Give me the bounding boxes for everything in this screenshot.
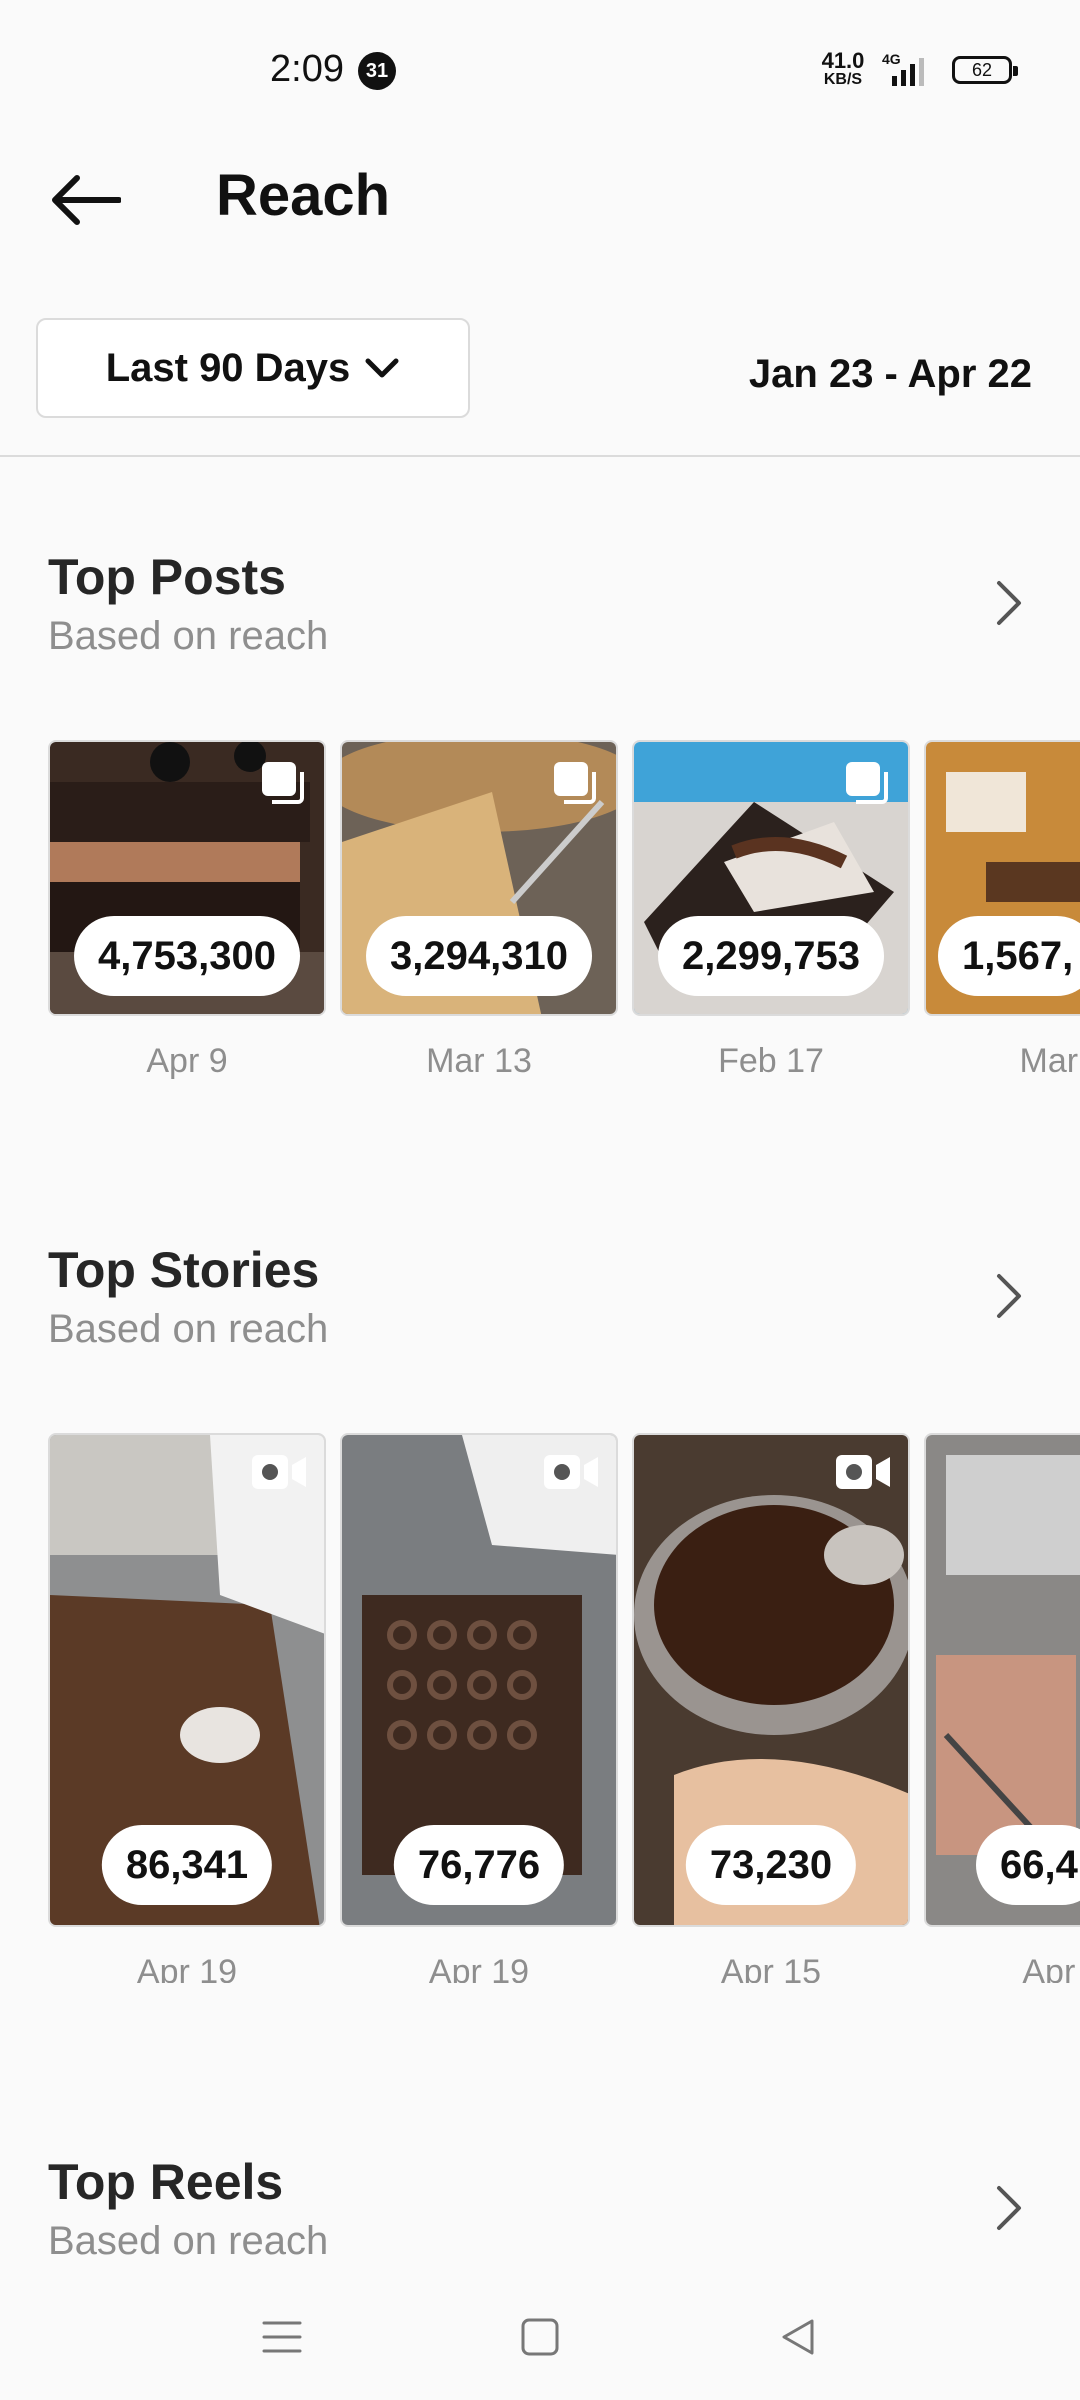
reach-value: 73,230 — [685, 1825, 857, 1905]
network-speed: 41.0 KB/S — [818, 50, 868, 88]
video-icon — [252, 1455, 306, 1489]
post-date: Mar 2 — [1019, 1042, 1080, 1080]
video-icon — [544, 1455, 598, 1489]
notification-badge: 31 — [358, 52, 396, 90]
back-button[interactable] — [40, 165, 130, 235]
post-thumbnail[interactable]: 1,567, — [924, 740, 1080, 1016]
reach-value: 4,753,300 — [74, 916, 300, 996]
story-date: Apr 1 — [1022, 1953, 1080, 1983]
network-speed-value: 41.0 — [821, 48, 865, 73]
story-thumbnail[interactable]: 66,4 — [924, 1433, 1080, 1927]
network-speed-unit: KB/S — [823, 71, 863, 88]
top-posts-carousel[interactable]: 4,753,300 3,294,310 2,299,753 1,567, Apr… — [48, 740, 1080, 1080]
story-date: Apr 19 — [136, 1953, 238, 1983]
date-range-text: Jan 23 - Apr 22 — [748, 352, 1032, 396]
status-time: 2:09 — [270, 48, 344, 90]
back-arrow-icon — [52, 175, 121, 225]
carousel-icon — [262, 762, 304, 804]
reach-value: 76,776 — [393, 1825, 565, 1905]
top-reels-section: Top Reels Based on reach — [0, 2153, 1080, 2273]
post-thumbnail[interactable]: 4,753,300 — [48, 740, 326, 1016]
reach-value: 1,567, — [938, 916, 1080, 996]
top-stories-carousel[interactable]: 86,341 76,776 73,230 66,4 Apr 19 Apr 19 … — [48, 1433, 1080, 1983]
battery-level: 62 — [971, 59, 993, 80]
home-square-icon — [521, 2318, 559, 2356]
page-title: Reach — [216, 163, 391, 228]
status-bar: 2:09 31 41.0 KB/S 4G 62 — [0, 0, 1080, 140]
network-type: 4G — [882, 51, 901, 67]
chevron-right-icon — [997, 1274, 1021, 1318]
top-reels-more-button[interactable] — [984, 2173, 1034, 2243]
post-date: Mar 13 — [426, 1042, 532, 1080]
reach-value: 86,341 — [101, 1825, 273, 1905]
section-title: Top Stories — [48, 1242, 320, 1298]
menu-button[interactable] — [252, 2310, 312, 2364]
post-thumbnail[interactable]: 3,294,310 — [340, 740, 618, 1016]
reach-value: 66,4 — [976, 1825, 1080, 1905]
reach-value: 2,299,753 — [658, 916, 884, 996]
chevron-right-icon — [997, 581, 1021, 625]
story-date: Apr 15 — [720, 1953, 822, 1983]
reach-value: 3,294,310 — [366, 916, 592, 996]
story-thumbnail[interactable]: 73,230 — [632, 1433, 910, 1927]
date-range-dropdown-label: Last 90 Days — [105, 345, 351, 390]
signal-icon: 4G — [880, 50, 940, 90]
post-thumbnail[interactable]: 2,299,753 — [632, 740, 910, 1016]
section-subtitle: Based on reach — [48, 2219, 329, 2263]
chevron-down-icon — [365, 358, 399, 378]
story-thumbnail[interactable]: 76,776 — [340, 1433, 618, 1927]
chevron-right-icon — [997, 2186, 1021, 2230]
menu-icon — [262, 2321, 302, 2353]
top-posts-section: Top Posts Based on reach 4,753,300 3,294… — [0, 548, 1080, 1108]
post-date: Feb 17 — [718, 1042, 824, 1080]
story-thumbnail[interactable]: 86,341 — [48, 1433, 326, 1927]
section-subtitle: Based on reach — [48, 1307, 329, 1351]
section-subtitle: Based on reach — [48, 614, 329, 658]
video-icon — [836, 1455, 890, 1489]
date-range-dropdown[interactable]: Last 90 Days — [36, 318, 470, 418]
post-date: Apr 9 — [146, 1042, 228, 1080]
top-posts-more-button[interactable] — [984, 568, 1034, 638]
battery-icon: 62 — [952, 56, 1018, 84]
carousel-icon — [554, 762, 596, 804]
back-nav-button[interactable] — [768, 2310, 828, 2364]
top-stories-more-button[interactable] — [984, 1261, 1034, 1331]
system-nav-bar — [0, 2270, 1080, 2400]
carousel-icon — [846, 762, 888, 804]
top-stories-section: Top Stories Based on reach 86,341 76,776… — [0, 1241, 1080, 2001]
back-triangle-icon — [782, 2319, 814, 2355]
section-title: Top Reels — [48, 2154, 284, 2210]
divider — [0, 455, 1080, 457]
home-button[interactable] — [510, 2310, 570, 2364]
story-date: Apr 19 — [428, 1953, 530, 1983]
section-title: Top Posts — [48, 549, 286, 605]
